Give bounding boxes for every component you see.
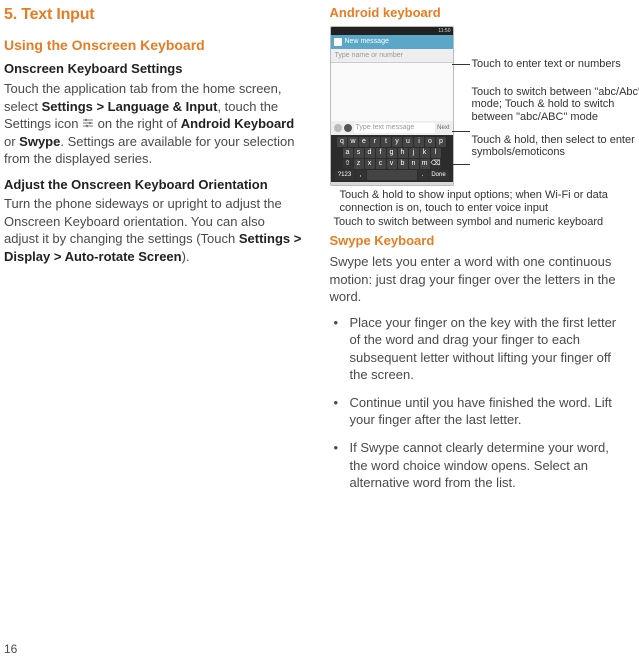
message-icon	[334, 38, 342, 46]
callout-voice-input: Touch & hold to show input options; when…	[340, 189, 628, 215]
status-bar: 11:50	[331, 27, 453, 35]
key-f[interactable]: f	[376, 148, 386, 158]
emoji-icon[interactable]	[344, 124, 352, 132]
swype-intro: Swype lets you enter a word with one con…	[330, 253, 628, 306]
period-key[interactable]: .	[418, 170, 428, 180]
key-r[interactable]: r	[370, 137, 380, 147]
sliders-icon	[82, 116, 94, 128]
next-button[interactable]: Next	[437, 124, 449, 132]
key-t[interactable]: t	[381, 137, 391, 147]
adjust-heading: Adjust the Onscreen Keyboard Orientation	[4, 176, 302, 194]
space-key[interactable]	[367, 170, 417, 180]
soft-keyboard[interactable]: qwertyuiop asdfghjkl ⇧ zxcvbnm ⌫ ?123 , …	[331, 135, 453, 182]
list-item: Place your finger on the key with the fi…	[330, 314, 628, 384]
key-v[interactable]: v	[387, 159, 397, 169]
key-c[interactable]: c	[376, 159, 386, 169]
shift-key[interactable]: ⇧	[343, 159, 353, 169]
paragraph-settings: Touch the application tab from the home …	[4, 80, 302, 168]
message-body	[331, 63, 453, 121]
paragraph-adjust: Turn the phone sideways or upright to ad…	[4, 195, 302, 265]
page-number: 16	[4, 641, 17, 657]
key-p[interactable]: p	[436, 137, 446, 147]
done-key[interactable]: Done	[429, 170, 449, 180]
key-q[interactable]: q	[337, 137, 347, 147]
key-b[interactable]: b	[398, 159, 408, 169]
attach-icon[interactable]	[334, 124, 342, 132]
list-item: If Swype cannot clearly determine your w…	[330, 439, 628, 492]
callout-symbols: Touch & hold, then select to enter symbo…	[472, 134, 639, 159]
callout-switch-abc: Touch to switch between "abc/Abc" mode; …	[472, 86, 639, 124]
key-o[interactable]: o	[425, 137, 435, 147]
key-m[interactable]: m	[420, 159, 430, 169]
key-i[interactable]: i	[414, 137, 424, 147]
to-field[interactable]: Type name or number	[331, 49, 453, 63]
backspace-key[interactable]: ⌫	[431, 159, 441, 169]
phone-mock: 11:50 New message Type name or number Ty…	[330, 26, 454, 186]
key-y[interactable]: y	[392, 137, 402, 147]
key-k[interactable]: k	[420, 148, 430, 158]
section-heading: 5. Text Input	[4, 4, 302, 26]
sub-heading: Using the Onscreen Keyboard	[4, 36, 302, 55]
text-input[interactable]: Type text message	[354, 123, 436, 133]
key-e[interactable]: e	[359, 137, 369, 147]
keyboard-diagram: 11:50 New message Type name or number Ty…	[330, 26, 628, 226]
symbols-key[interactable]: ?123	[335, 170, 355, 180]
key-u[interactable]: u	[403, 137, 413, 147]
list-item: Continue until you have finished the wor…	[330, 394, 628, 429]
settings-heading: Onscreen Keyboard Settings	[4, 60, 302, 78]
key-x[interactable]: x	[365, 159, 375, 169]
key-h[interactable]: h	[398, 148, 408, 158]
app-header: New message	[331, 35, 453, 49]
android-heading: Android keyboard	[330, 4, 628, 22]
key-s[interactable]: s	[354, 148, 364, 158]
swype-heading: Swype Keyboard	[330, 232, 628, 250]
key-a[interactable]: a	[343, 148, 353, 158]
key-n[interactable]: n	[409, 159, 419, 169]
key-j[interactable]: j	[409, 148, 419, 158]
key-l[interactable]: l	[431, 148, 441, 158]
key-g[interactable]: g	[387, 148, 397, 158]
callout-symbol-numeric: Touch to switch between symbol and numer…	[334, 216, 628, 229]
key-z[interactable]: z	[354, 159, 364, 169]
callout-enter-text: Touch to enter text or numbers	[472, 58, 639, 71]
key-d[interactable]: d	[365, 148, 375, 158]
compose-bar[interactable]: Type text message Next	[331, 121, 453, 135]
comma-key[interactable]: ,	[356, 170, 366, 180]
key-w[interactable]: w	[348, 137, 358, 147]
